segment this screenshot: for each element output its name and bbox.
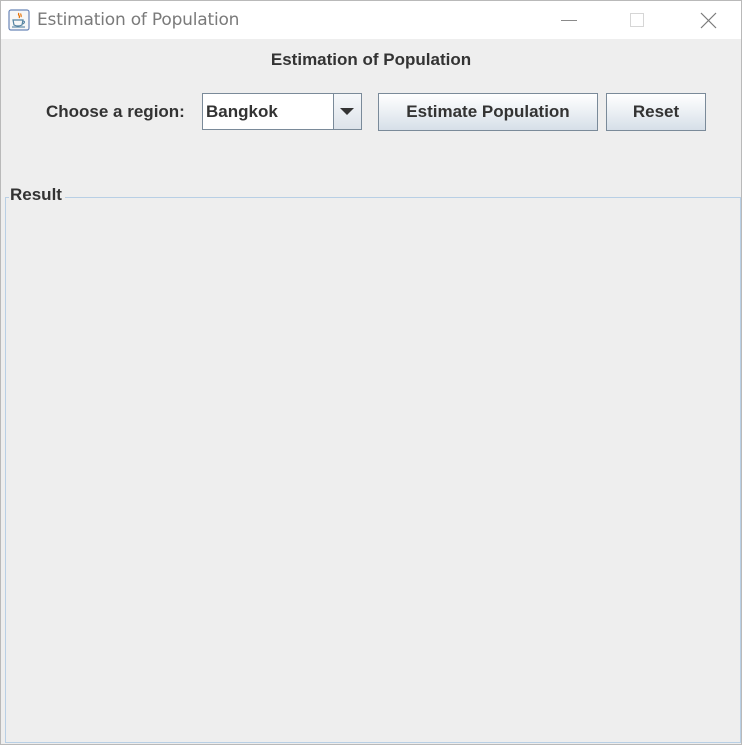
maximize-button[interactable] <box>602 1 672 39</box>
java-cup-icon <box>8 9 30 31</box>
result-panel <box>5 197 741 743</box>
estimate-population-button[interactable]: Estimate Population <box>378 93 598 131</box>
page-title: Estimation of Population <box>270 50 472 69</box>
app-window: Estimation of Population Estimation of P… <box>0 0 742 745</box>
dropdown-arrow-button[interactable] <box>333 94 361 129</box>
region-dropdown[interactable]: Bangkok <box>202 93 362 130</box>
content-panel: Estimation of Population Choose a region… <box>1 39 741 744</box>
minimize-button[interactable] <box>534 1 604 39</box>
reset-button[interactable]: Reset <box>606 93 706 131</box>
result-title: Result <box>9 185 65 205</box>
window-title: Estimation of Population <box>37 10 240 30</box>
region-label: Choose a region: <box>46 102 185 121</box>
minimize-icon <box>561 20 577 21</box>
close-icon <box>700 12 717 29</box>
triangle-down-icon <box>340 108 354 115</box>
maximize-icon <box>630 13 644 27</box>
region-selected-value: Bangkok <box>206 102 278 121</box>
title-bar[interactable]: Estimation of Population <box>1 1 741 39</box>
close-button[interactable] <box>673 1 742 39</box>
